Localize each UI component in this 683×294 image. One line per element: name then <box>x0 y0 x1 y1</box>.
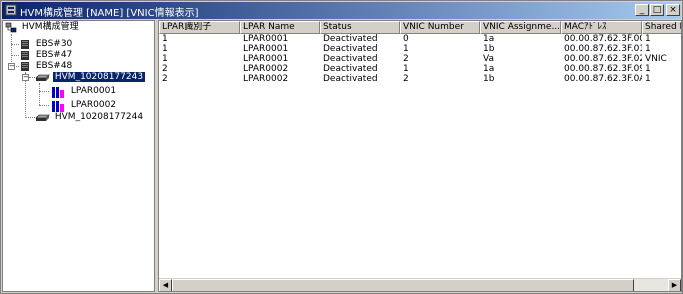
tree-item-label: HVM構成管理 <box>21 22 79 32</box>
table-row[interactable]: 2 LPAR0002 Deactivated 1 1a 00.00.87.62.… <box>159 64 681 74</box>
cell-lpar-id: 1 <box>162 44 168 54</box>
cell-vnic-number: 2 <box>403 54 409 64</box>
collapse-icon[interactable]: − <box>22 74 29 81</box>
tree-line <box>39 91 49 92</box>
tree-item-label: LPAR0001 <box>70 86 117 96</box>
cell-status: Deactivated <box>323 74 378 84</box>
table-row[interactable]: 2 LPAR0002 Deactivated 2 1b 00.00.87.62.… <box>159 74 681 84</box>
cell-vnic-assignment: Va <box>483 54 494 64</box>
cell-status: Deactivated <box>323 44 378 54</box>
tree-line <box>11 55 19 56</box>
minimize-button[interactable]: _ <box>635 4 649 16</box>
app-icon <box>5 4 17 16</box>
cell-lpar-name: LPAR0002 <box>243 64 289 74</box>
lpar-icon <box>52 87 64 98</box>
cell-lpar-id: 1 <box>162 34 168 44</box>
server-icon <box>21 40 29 49</box>
tree-line <box>11 44 19 45</box>
list-header: LPAR識別子 LPAR Name Status VNIC Number VNI… <box>159 21 681 34</box>
cell-vnic-assignment: 1a <box>483 64 495 74</box>
column-header-mac-address[interactable]: MACｱﾄﾞﾚｽ <box>561 21 642 34</box>
table-row[interactable]: 1 LPAR0001 Deactivated 1 1b 00.00.87.62.… <box>159 44 681 54</box>
cell-vnic-number: 0 <box>403 34 409 44</box>
cell-lpar-name: LPAR0002 <box>243 74 289 84</box>
scroll-left-button[interactable]: ◀ <box>159 279 172 291</box>
window-title: HVM構成管理 [NAME] [VNIC情報表示] <box>20 8 199 19</box>
cell-status: Deactivated <box>323 64 378 74</box>
cell-vnic-assignment: 1b <box>483 44 495 54</box>
maximize-button[interactable]: □ <box>650 4 664 16</box>
close-button[interactable]: × <box>666 4 680 16</box>
tree-item-label: EBS#30 <box>35 39 73 49</box>
tree-line <box>39 83 40 105</box>
cell-lpar-id: 2 <box>162 74 168 84</box>
title-bar[interactable]: HVM構成管理 [NAME] [VNIC情報表示] _ □ × <box>2 2 681 19</box>
cell-lpar-name: LPAR0001 <box>243 34 289 44</box>
tree-item-hvm-243[interactable]: HVM_10208177243 <box>34 71 147 83</box>
tree-item-hvm-244[interactable]: HVM_10208177244 <box>34 112 145 123</box>
cell-lpar-name: LPAR0001 <box>243 54 289 64</box>
column-header-shared[interactable]: Shared N <box>642 21 681 34</box>
scroll-thumb[interactable] <box>172 279 634 291</box>
tree-view[interactable]: HVM構成管理 EBS#30 EBS#47 − EBS#48 − HVM_102… <box>2 20 155 292</box>
tree-item-ebs48[interactable]: EBS#48 <box>19 61 74 72</box>
cell-vnic-assignment: 1b <box>483 74 495 84</box>
cell-lpar-id: 1 <box>162 54 168 64</box>
server-icon <box>21 62 29 71</box>
scroll-right-button[interactable]: ▶ <box>668 279 681 291</box>
tree-item-root[interactable]: HVM構成管理 <box>5 22 81 33</box>
table-row[interactable]: 1 LPAR0001 Deactivated 2 Va 00.00.87.62.… <box>159 54 681 64</box>
vnic-list-view[interactable]: LPAR識別子 LPAR Name Status VNIC Number VNI… <box>158 20 682 292</box>
tree-item-label: HVM_10208177244 <box>54 112 144 122</box>
cell-status: Deactivated <box>323 34 378 44</box>
column-header-lpar-id[interactable]: LPAR識別子 <box>159 21 240 34</box>
column-header-status[interactable]: Status <box>320 21 400 34</box>
cell-vnic-number: 1 <box>403 64 409 74</box>
hvm-icon <box>35 74 50 81</box>
cell-shared: 1 <box>645 34 651 44</box>
tree-item-label: LPAR0002 <box>70 100 117 110</box>
tree-item-ebs47[interactable]: EBS#47 <box>19 50 74 61</box>
tree-line <box>39 105 49 106</box>
cell-vnic-assignment: 1a <box>483 34 495 44</box>
column-header-vnic-number[interactable]: VNIC Number <box>400 21 480 34</box>
server-icon <box>21 51 29 60</box>
tree-item-lpar0001[interactable]: LPAR0001 <box>50 86 118 99</box>
horizontal-scrollbar[interactable]: ◀ ▶ <box>159 278 681 291</box>
config-tree-icon <box>5 22 17 33</box>
cell-lpar-name: LPAR0001 <box>243 44 289 54</box>
column-header-lpar-name[interactable]: LPAR Name <box>240 21 320 34</box>
cell-vnic-number: 1 <box>403 44 409 54</box>
table-row[interactable]: 1 LPAR0001 Deactivated 0 1a 00.00.87.62.… <box>159 34 681 44</box>
tree-item-label: EBS#47 <box>35 50 73 60</box>
cell-mac-address: 00.00.87.62.3F.01 <box>564 44 642 54</box>
cell-mac-address: 00.00.87.62.3F.09 <box>564 64 642 74</box>
tree-item-label: HVM_10208177243 <box>51 71 147 83</box>
tree-item-label: EBS#48 <box>35 61 73 71</box>
cell-mac-address: 00.00.87.62.3F.0A <box>564 74 642 84</box>
hvm-icon <box>35 114 50 121</box>
cell-shared: 1 <box>645 64 651 74</box>
cell-shared: 1 <box>645 44 651 54</box>
cell-status: Deactivated <box>323 54 378 64</box>
app-window: HVM構成管理 [NAME] [VNIC情報表示] _ □ × HVM構成管理 <box>0 0 683 294</box>
cell-lpar-id: 2 <box>162 64 168 74</box>
column-header-vnic-assignment[interactable]: VNIC Assignme... <box>480 21 561 34</box>
cell-vnic-number: 2 <box>403 74 409 84</box>
tree-item-ebs30[interactable]: EBS#30 <box>19 39 74 50</box>
collapse-icon[interactable]: − <box>8 63 15 70</box>
cell-mac-address: 00.00.87.62.3F.02 <box>564 54 642 64</box>
cell-mac-address: 00.00.87.62.3F.00 <box>564 34 642 44</box>
cell-shared: 1 <box>645 74 651 84</box>
cell-shared: VNIC <box>645 54 667 64</box>
